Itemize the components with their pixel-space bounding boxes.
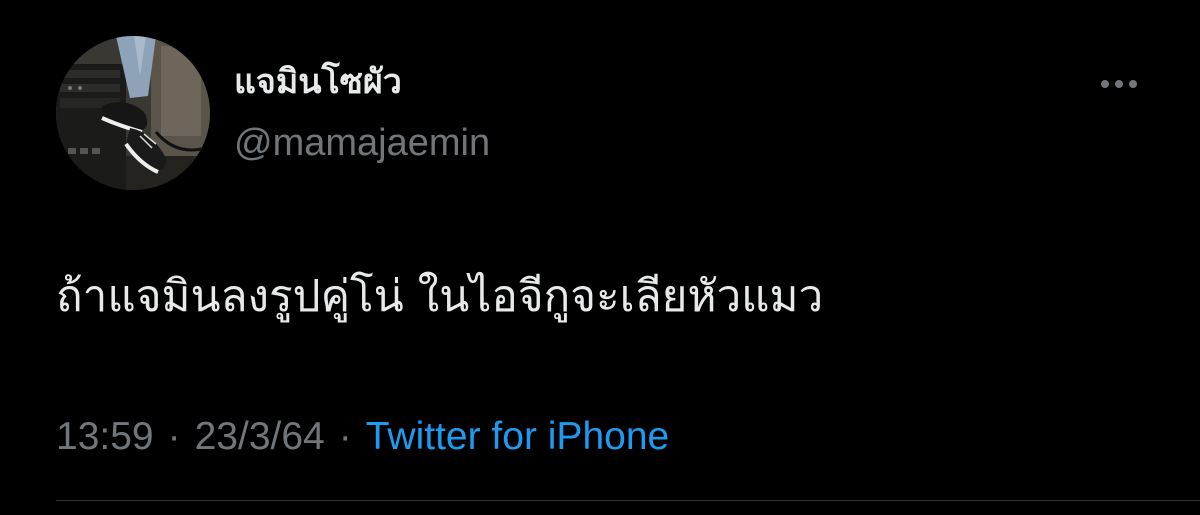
divider	[56, 500, 1200, 501]
more-horizontal-icon	[1101, 80, 1137, 88]
tweet-card: แจมินโซผัว @mamajaemin ถ้าแจมินลงรูปคู่โ…	[0, 0, 1200, 515]
meta-separator: ·	[338, 415, 352, 458]
tweet-date[interactable]: 23/3/64	[195, 412, 325, 462]
avatar-photo	[56, 36, 210, 190]
more-options-button[interactable]	[1094, 66, 1144, 102]
tweet-text: ถ้าแจมินลงรูปคู่โน่ ในไอจีกูจะเลียหัวแมว	[56, 271, 824, 322]
avatar[interactable]	[56, 36, 210, 190]
handle[interactable]: @mamajaemin	[234, 120, 490, 166]
display-name[interactable]: แจมินโซผัว	[234, 60, 402, 104]
meta-separator: ·	[167, 415, 181, 458]
tweet-time[interactable]: 13:59	[56, 412, 154, 462]
tweet-meta: 13:59 · 23/3/64 · Twitter for iPhone	[56, 412, 669, 462]
tweet-source-link[interactable]: Twitter for iPhone	[366, 412, 669, 462]
